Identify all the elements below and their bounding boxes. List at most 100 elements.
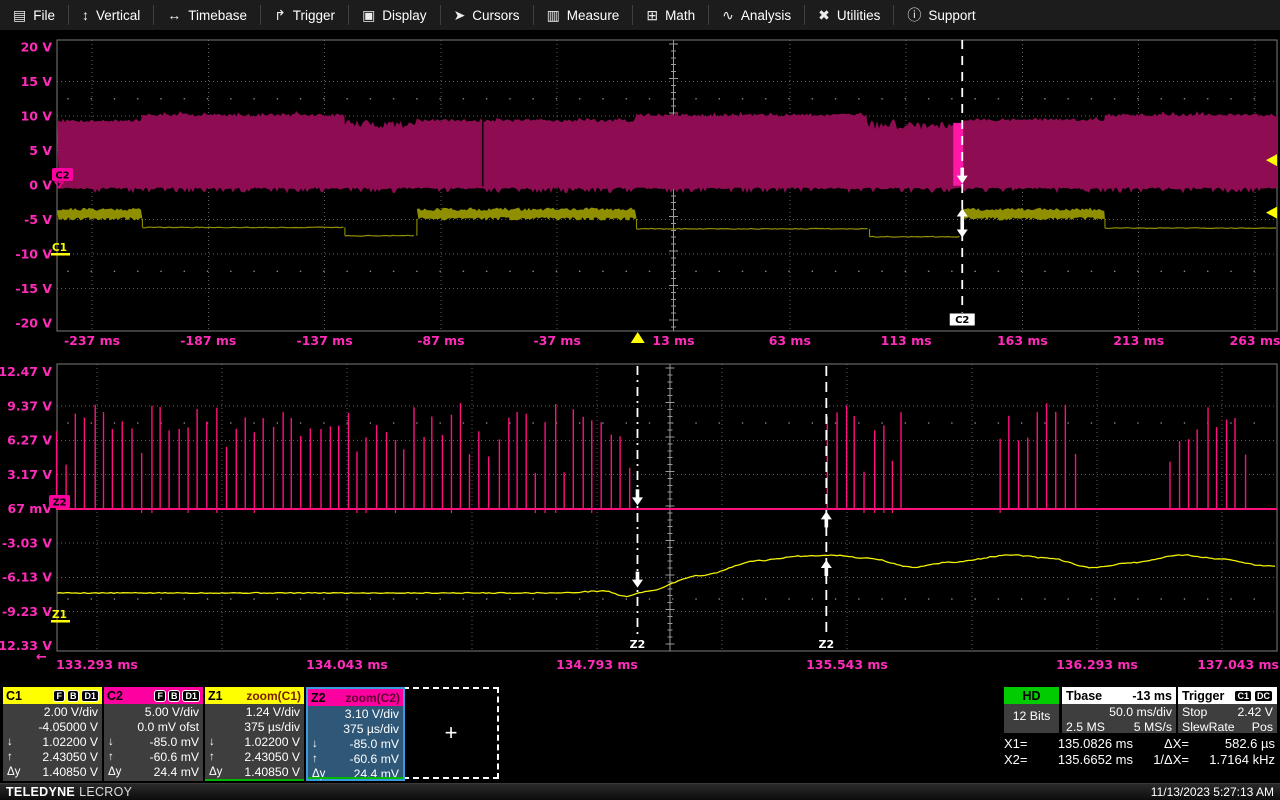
grid-dot bbox=[905, 422, 907, 424]
grid-dot bbox=[346, 422, 348, 424]
grid-dot bbox=[439, 270, 441, 272]
grid-dot bbox=[137, 270, 139, 272]
grid-dot bbox=[718, 270, 720, 272]
trigger-box[interactable]: Trigger C1DC Stop 2.42 V SlewRate Pos bbox=[1178, 687, 1277, 733]
grid-dot bbox=[1184, 598, 1186, 600]
trigger-mode: Stop bbox=[1182, 705, 1207, 720]
bottom-cursor-label[interactable]: Z2 bbox=[630, 638, 646, 651]
add-trace-box[interactable]: + bbox=[403, 687, 499, 779]
axis-label: 9.37 V bbox=[7, 398, 52, 413]
grid-dot bbox=[672, 98, 674, 100]
timebase-icon: ↔ bbox=[167, 7, 181, 23]
timebase-box[interactable]: Tbase -13 ms 50.0 ms/div 2.5 MS 5 MS/s bbox=[1062, 687, 1176, 733]
grid-dot bbox=[137, 422, 139, 424]
grid-dot bbox=[858, 598, 860, 600]
bottom-cursor-label[interactable]: Z2 bbox=[819, 638, 835, 651]
grid-dot bbox=[974, 422, 976, 424]
axis-label: 10 V bbox=[21, 109, 53, 124]
grid-dot bbox=[439, 598, 441, 600]
channel-box-z2[interactable]: Z2zoom(C2)3.10 V/div375 µs/div↓-85.0 mV↑… bbox=[306, 687, 405, 781]
grid-dot bbox=[393, 422, 395, 424]
grid-dot bbox=[625, 270, 627, 272]
grid-dot bbox=[300, 422, 302, 424]
grid-dot bbox=[625, 598, 627, 600]
display-icon: ▣ bbox=[362, 7, 375, 24]
grid-dot bbox=[951, 598, 953, 600]
z1-offset-underline bbox=[51, 620, 70, 623]
trigger-level-marker[interactable] bbox=[1266, 207, 1277, 219]
channel-box-c2[interactable]: C2FBD15.00 V/div0.0 mV ofst↓-85.0 mV↑-60… bbox=[104, 687, 203, 781]
grid-dot bbox=[812, 598, 814, 600]
trigger-badge-dc: DC bbox=[1254, 690, 1273, 702]
grid-dot bbox=[323, 270, 325, 272]
menu-item-file[interactable]: ▤File bbox=[0, 0, 68, 30]
grid-dot bbox=[1160, 98, 1162, 100]
axis-label: -137 ms bbox=[297, 333, 353, 348]
axis-label: 136.293 ms bbox=[1056, 657, 1138, 672]
channel-stat-row: 2.00 V/div bbox=[6, 705, 98, 720]
axis-label: -87 ms bbox=[417, 333, 464, 348]
trigger-position-marker[interactable] bbox=[631, 332, 645, 343]
grid-dot bbox=[905, 598, 907, 600]
axis-label: 134.793 ms bbox=[556, 657, 638, 672]
channel-stat-row: 0.0 mV ofst bbox=[107, 720, 199, 735]
pan-left-icon: ← bbox=[36, 650, 47, 665]
menu-item-vertical[interactable]: ↕Vertical bbox=[69, 0, 153, 30]
grid-dot bbox=[114, 598, 116, 600]
invdx-value: 1.7164 kHz bbox=[1189, 752, 1275, 768]
grid-dot bbox=[1067, 270, 1069, 272]
cursor-readout: X1= 135.0826 ms ΔX= 582.6 µs X2= 135.665… bbox=[1004, 736, 1278, 768]
z2-offset-tag-label: Z2 bbox=[52, 498, 66, 509]
x1-label: X1= bbox=[1004, 736, 1037, 752]
timebase-title: Tbase bbox=[1066, 689, 1102, 703]
grid-dot bbox=[556, 598, 558, 600]
grid-dot bbox=[812, 98, 814, 100]
grid-dot bbox=[416, 422, 418, 424]
axis-label: 163 ms bbox=[997, 333, 1048, 348]
menu-item-display[interactable]: ▣Display bbox=[349, 0, 440, 30]
channel-stat-row: ↓1.02200 V bbox=[6, 735, 98, 750]
menu-item-math[interactable]: ⊞Math bbox=[633, 0, 708, 30]
invdx-label: 1/ΔX= bbox=[1133, 752, 1189, 768]
grid-dot bbox=[1091, 598, 1093, 600]
axis-label: 263 ms bbox=[1230, 333, 1280, 348]
grid-dot bbox=[1137, 98, 1139, 100]
axis-label: -3.03 V bbox=[2, 535, 52, 550]
grid-dot bbox=[695, 422, 697, 424]
menu-item-support[interactable]: ⓘSupport bbox=[894, 0, 988, 30]
grid-dot bbox=[532, 270, 534, 272]
grid-dot bbox=[207, 270, 209, 272]
c1-offset-tag: C1 bbox=[52, 242, 67, 254]
grid-dot bbox=[114, 422, 116, 424]
grid-dot bbox=[1044, 598, 1046, 600]
grid-dot bbox=[486, 422, 488, 424]
channel-box-c1[interactable]: C1FBD12.00 V/div-4.05000 V↓1.02200 V↑2.4… bbox=[3, 687, 102, 781]
channel-stat-row: 1.24 V/div bbox=[208, 705, 300, 720]
grid-dot bbox=[160, 98, 162, 100]
descriptor-row: + HD 12 Bits Tbase -13 ms 50.0 ms/div 2.… bbox=[0, 687, 1280, 783]
menu-item-measure[interactable]: ▥Measure bbox=[534, 0, 633, 30]
plus-icon: + bbox=[445, 720, 458, 746]
menu-item-label: Cursors bbox=[472, 8, 519, 23]
bottom-graph[interactable]: 12.47 V9.37 V6.27 V3.17 V67 mV-3.03 V-6.… bbox=[0, 364, 1279, 672]
grid-dot bbox=[579, 598, 581, 600]
grid-dot bbox=[998, 98, 1000, 100]
menu-item-analysis[interactable]: ∿Analysis bbox=[709, 0, 804, 30]
grid-dot bbox=[695, 270, 697, 272]
grid-dot bbox=[1184, 98, 1186, 100]
menu-item-trigger[interactable]: ↱Trigger bbox=[261, 0, 348, 30]
grid-dot bbox=[1160, 422, 1162, 424]
grid-dot bbox=[439, 422, 441, 424]
axis-label: -37 ms bbox=[533, 333, 580, 348]
menu-item-utilities[interactable]: ✖Utilities bbox=[805, 0, 893, 30]
menu-item-timebase[interactable]: ↔Timebase bbox=[154, 0, 260, 30]
grid-dot bbox=[532, 422, 534, 424]
grid-dot bbox=[812, 422, 814, 424]
c1-waveform-line bbox=[142, 227, 343, 228]
top-graph[interactable]: 20 V15 V10 V5 V0 V-5 V-10 V-15 V-20 V-23… bbox=[15, 40, 1280, 349]
grid-dot bbox=[788, 598, 790, 600]
menu-item-cursors[interactable]: ➤Cursors bbox=[441, 0, 533, 30]
channel-box-z1[interactable]: Z1zoom(C1)1.24 V/div375 µs/div↓1.02200 V… bbox=[205, 687, 304, 781]
hd-status-box[interactable]: HD 12 Bits bbox=[1004, 687, 1059, 733]
grid-dot bbox=[346, 270, 348, 272]
